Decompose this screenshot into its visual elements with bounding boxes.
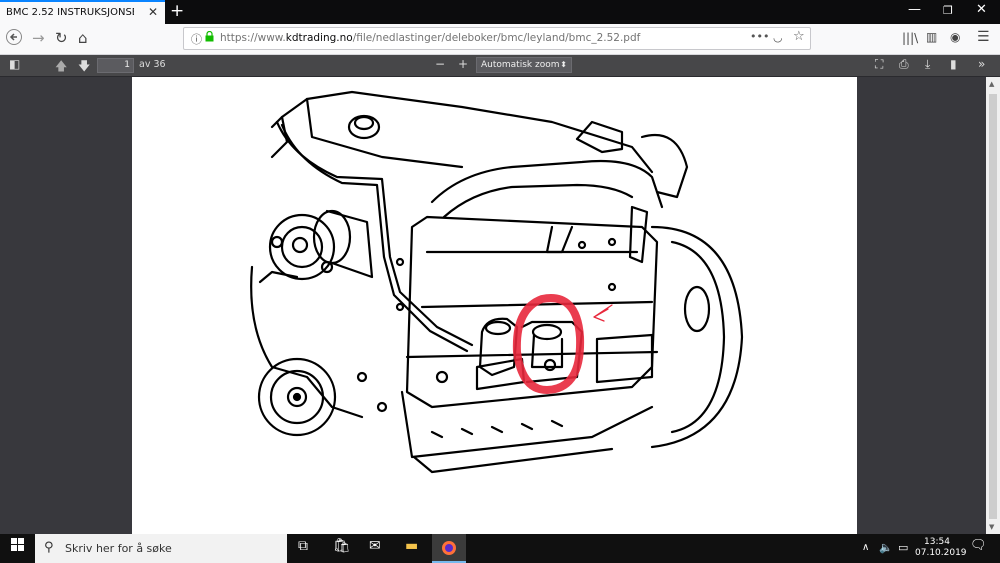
menu-icon[interactable]: ☰	[977, 29, 990, 45]
minimize-icon[interactable]: —	[908, 2, 921, 17]
tab-active[interactable]: BMC 2.52 INSTRUKSJONSBOK - bmc ✕	[0, 0, 165, 24]
file-explorer-icon[interactable]: ▬	[405, 538, 418, 554]
tray-chevron-up-icon[interactable]: ∧	[862, 542, 869, 553]
toggle-sidebar-icon[interactable]: ◧	[9, 57, 20, 71]
zoom-value: Automatisk zoom	[481, 60, 560, 70]
firefox-icon	[442, 541, 456, 555]
task-view-icon[interactable]: ⧉	[298, 538, 308, 554]
pdf-toolbar: ◧ 🡅 🡇 1 av 36 − + Automatisk zoom ⬍ ⛶ ⎙ …	[0, 55, 1000, 77]
search-icon: ⚲	[44, 540, 54, 555]
zoom-out-icon[interactable]: −	[435, 57, 445, 71]
home-icon[interactable]: ⌂	[78, 29, 88, 47]
scroll-up-icon[interactable]: ▲	[989, 80, 994, 88]
windows-start-icon[interactable]	[11, 538, 24, 555]
chevron-updown-icon: ⬍	[560, 60, 567, 69]
library-icon[interactable]: |||\	[902, 31, 918, 45]
bookmark-star-icon[interactable]: ☆	[793, 29, 805, 44]
tab-bar: BMC 2.52 INSTRUKSJONSBOK - bmc ✕ + — ❐ ✕	[0, 0, 1000, 24]
url-path: /file/nedlastinger/deleboker/bmc/leyland…	[352, 32, 641, 44]
pdf-page	[132, 77, 857, 534]
url-domain: kdtrading.no	[285, 32, 353, 44]
windows-taskbar: ⚲ Skriv her for å søke ⧉ 🛍 ✉ ▬ ∧ 🔈 ▭ 13:…	[0, 534, 1000, 563]
presentation-mode-icon[interactable]: ⛶	[875, 57, 883, 72]
page-number-input[interactable]: 1	[97, 58, 134, 73]
bookmark-icon[interactable]: ▮	[950, 57, 957, 71]
next-page-icon[interactable]: 🡇	[78, 57, 90, 78]
battery-icon[interactable]: ▭	[898, 541, 908, 554]
account-icon[interactable]: ◉	[950, 30, 960, 44]
previous-page-icon[interactable]: 🡅	[55, 57, 67, 78]
vertical-scrollbar[interactable]: ▲ ▼	[986, 77, 1000, 534]
store-icon[interactable]: 🛍	[333, 538, 351, 554]
new-tab-icon[interactable]: +	[170, 1, 184, 21]
close-window-icon[interactable]: ✕	[976, 2, 987, 17]
taskbar-search[interactable]: ⚲ Skriv her for å søke	[35, 534, 287, 563]
page-count: av 36	[139, 59, 166, 70]
search-placeholder: Skriv her for å søke	[65, 542, 172, 555]
zoom-select[interactable]: Automatisk zoom ⬍	[476, 57, 572, 73]
sidebar-icon[interactable]: ▥	[926, 30, 937, 44]
forward-icon[interactable]: →	[32, 29, 45, 47]
notifications-icon[interactable]: 🗨	[970, 538, 987, 553]
clock-time: 13:54	[924, 537, 950, 547]
zoom-in-icon[interactable]: +	[458, 57, 468, 71]
volume-icon[interactable]: 🔈	[879, 541, 893, 554]
url-bar[interactable]: ⓘ https://www.kdtrading.no/file/nedlasti…	[183, 27, 811, 50]
lock-icon[interactable]	[205, 30, 214, 45]
page-actions-icon[interactable]: •••	[750, 30, 769, 43]
print-icon[interactable]: ⎙	[899, 57, 909, 72]
scrollbar-thumb[interactable]	[989, 94, 997, 519]
restore-icon[interactable]: ❐	[943, 4, 953, 17]
save-icon[interactable]: ⤓	[925, 57, 930, 72]
engine-diagram	[250, 90, 744, 474]
mail-icon[interactable]: ✉	[369, 538, 381, 554]
taskbar-clock[interactable]: 13:54 07.10.2019	[915, 537, 967, 559]
back-icon[interactable]	[6, 29, 22, 49]
url-prefix: https://www.	[220, 32, 286, 44]
navigation-bar: → ↻ ⌂ ⓘ https://www.kdtrading.no/file/ne…	[0, 24, 1000, 55]
pdf-viewer	[0, 77, 986, 534]
clock-date: 07.10.2019	[915, 548, 967, 558]
url-text[interactable]: https://www.kdtrading.no/file/nedlasting…	[220, 32, 640, 44]
close-tab-icon[interactable]: ✕	[148, 5, 158, 19]
scroll-down-icon[interactable]: ▼	[989, 523, 994, 531]
tools-icon[interactable]: »	[978, 57, 985, 71]
pocket-icon[interactable]: ◡	[773, 31, 783, 44]
info-icon[interactable]: ⓘ	[191, 31, 202, 47]
firefox-taskbar-button[interactable]	[432, 534, 466, 563]
tab-title: BMC 2.52 INSTRUKSJONSBOK - bmc	[6, 7, 134, 18]
reload-icon[interactable]: ↻	[55, 29, 68, 47]
